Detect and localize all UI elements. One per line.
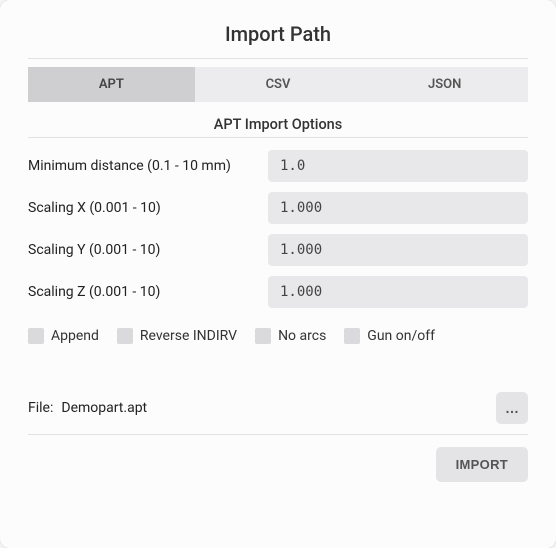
scaling-x-label: Scaling X (0.001 - 10) [28,200,268,216]
checkbox-no-arcs-label: No arcs [278,328,326,344]
row-scaling-x: Scaling X (0.001 - 10) [28,192,528,224]
scaling-y-label: Scaling Y (0.001 - 10) [28,242,268,258]
scaling-z-label: Scaling Z (0.001 - 10) [28,284,268,300]
min-distance-label: Minimum distance (0.1 - 10 mm) [28,158,268,174]
divider [28,137,528,138]
file-row: File: Demopart.apt … [28,392,528,424]
ellipsis-icon: … [505,400,519,416]
checkbox-box-icon [117,328,133,344]
tab-json[interactable]: JSON [361,67,528,102]
divider [28,434,528,435]
import-button[interactable]: IMPORT [436,447,528,482]
checkbox-reverse-indirv[interactable]: Reverse INDIRV [117,328,237,344]
import-path-dialog: Import Path APT CSV JSON APT Import Opti… [0,0,556,548]
checkbox-gun-onoff-label: Gun on/off [367,328,435,344]
browse-button[interactable]: … [496,392,528,424]
format-tabs: APT CSV JSON [28,67,528,102]
min-distance-input[interactable] [268,150,528,182]
divider [28,58,528,59]
scaling-x-input[interactable] [268,192,528,224]
checkbox-reverse-indirv-label: Reverse INDIRV [140,328,237,344]
checkbox-box-icon [28,328,44,344]
footer: IMPORT [28,447,528,482]
checkbox-box-icon [344,328,360,344]
tab-csv[interactable]: CSV [195,67,362,102]
row-scaling-z: Scaling Z (0.001 - 10) [28,276,528,308]
dialog-title: Import Path [28,22,528,46]
checkbox-append[interactable]: Append [28,328,99,344]
file-name: Demopart.apt [61,400,496,416]
section-heading: APT Import Options [28,116,528,133]
checkbox-append-label: Append [51,328,99,344]
row-min-distance: Minimum distance (0.1 - 10 mm) [28,150,528,182]
checkbox-no-arcs[interactable]: No arcs [255,328,326,344]
checkbox-gun-onoff[interactable]: Gun on/off [344,328,435,344]
checkbox-box-icon [255,328,271,344]
file-label: File: [28,400,53,416]
checkbox-row: Append Reverse INDIRV No arcs Gun on/off [28,328,528,344]
scaling-y-input[interactable] [268,234,528,266]
row-scaling-y: Scaling Y (0.001 - 10) [28,234,528,266]
tab-apt[interactable]: APT [28,67,195,102]
scaling-z-input[interactable] [268,276,528,308]
